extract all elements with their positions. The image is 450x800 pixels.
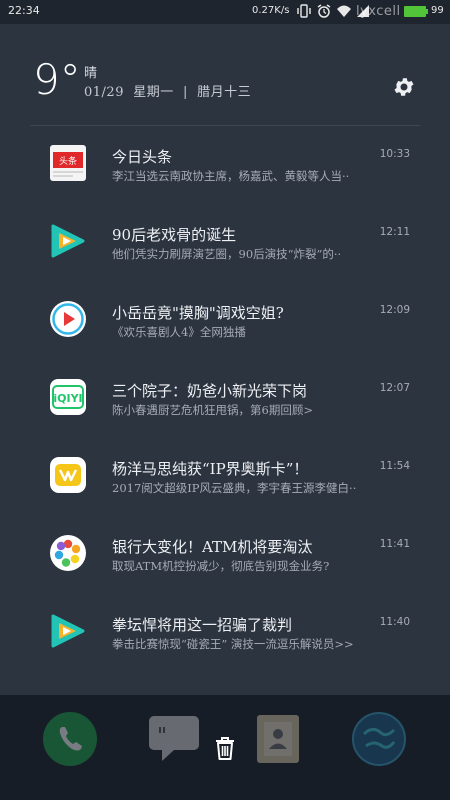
battery-tip (426, 9, 428, 14)
notification-body: 他们凭实力刷屏演艺圈，90后演技“炸裂”的·· (112, 247, 342, 261)
notification-item[interactable]: 头条 今日头条 李江当选云南政协主席，杨嘉武、黄毅等人当·· 10:33 (0, 126, 450, 202)
messages-app-icon[interactable] (148, 715, 200, 767)
notification-time: 11:41 (379, 538, 410, 550)
notification-item[interactable]: iQIYI 三个院子：奶爸小新光荣下岗 陈小春遇厨艺危机狂甩锅，第6期回顾> 1… (0, 360, 450, 436)
battery-level: 99 (431, 5, 444, 16)
date-line: 01/29 星期一 | 腊月十三 (84, 85, 252, 100)
notification-title: 银行大变化！ATM机将要淘汰 (112, 538, 313, 556)
dots-app-icon (49, 534, 87, 572)
iqiyi-app-icon: iQIYI (49, 378, 87, 416)
clear-notifications-button[interactable] (211, 734, 239, 762)
notification-body: 陈小春遇厨艺危机狂甩锅，第6期回顾> (112, 403, 313, 417)
notification-item[interactable]: 拳坛悍将用这一招骗了裁判 拳击比赛惊现“碰瓷王” 演技一流逗乐解说员>> 11:… (0, 594, 450, 670)
notification-item[interactable]: 小岳岳竟"摸胸"调戏空姐? 《欢乐喜剧人4》全网独播 12:09 (0, 282, 450, 358)
notification-item[interactable]: 90后老戏骨的诞生 他们凭实力刷屏演艺圈，90后演技“炸裂”的·· 12:11 (0, 204, 450, 280)
svg-text:iQIYI: iQIYI (53, 392, 82, 405)
notification-body: 李江当选云南政协主席，杨嘉武、黄毅等人当·· (112, 169, 350, 183)
notification-title: 三个院子：奶爸小新光荣下岗 (112, 382, 308, 400)
notification-item[interactable]: 银行大变化！ATM机将要淘汰 取现ATM机控扮减少，彻底告别现金业务? 11:4… (0, 516, 450, 592)
notification-time: 10:33 (379, 148, 410, 160)
tencent-video-app-icon (49, 612, 87, 650)
notification-title: 90后老戏骨的诞生 (112, 226, 237, 244)
phone-app-icon[interactable] (43, 712, 97, 770)
alarm-icon (316, 3, 332, 23)
notification-item[interactable]: 杨洋马思纯获“IP界奥斯卡”！ 2017阅文超级IP风云盛典，李宇春王源李健白·… (0, 438, 450, 514)
tencent-video-app-icon (49, 222, 87, 260)
battery-icon (404, 6, 426, 17)
notification-time: 12:09 (379, 304, 410, 316)
gear-icon (394, 78, 414, 96)
notification-time: 11:54 (379, 460, 410, 472)
contacts-app-icon[interactable] (256, 714, 300, 768)
svg-text:头条: 头条 (59, 155, 77, 167)
notification-body: 2017阅文超级IP风云盛典，李宇春王源李健白·· (112, 481, 357, 495)
play-circle-app-icon (49, 300, 87, 338)
youku-app-icon (49, 456, 87, 494)
browser-app-icon[interactable] (352, 712, 406, 770)
notification-time: 12:07 (379, 382, 410, 394)
notification-body: 《欢乐喜剧人4》全网独播 (112, 325, 246, 339)
vibrate-icon (296, 3, 312, 23)
wifi-icon (336, 3, 352, 23)
settings-button[interactable] (390, 73, 418, 101)
notification-body: 取现ATM机控扮减少，彻底告别现金业务? (112, 559, 330, 573)
weather-temperature: 9° (33, 55, 81, 104)
notification-time: 11:40 (379, 616, 410, 628)
notification-body: 拳击比赛惊现“碰瓷王” 演技一流逗乐解说员>> (112, 637, 354, 651)
status-time: 22:34 (8, 4, 40, 17)
toutiao-app-icon: 头条 (49, 144, 87, 182)
notification-title: 拳坛悍将用这一招骗了裁判 (112, 616, 293, 634)
network-speed: 0.27K/s (252, 5, 290, 16)
status-bar: 22:34 0.27K/s lyxcell 99 (0, 0, 450, 24)
watermark: lyxcell (356, 4, 401, 19)
notification-title: 杨洋马思纯获“IP界奥斯卡”！ (112, 460, 309, 478)
notification-title: 今日头条 (112, 148, 173, 166)
notification-time: 12:11 (379, 226, 410, 238)
notification-title: 小岳岳竟"摸胸"调戏空姐? (112, 304, 284, 322)
weather-condition: 晴 (84, 66, 98, 81)
trash-icon (216, 737, 234, 760)
